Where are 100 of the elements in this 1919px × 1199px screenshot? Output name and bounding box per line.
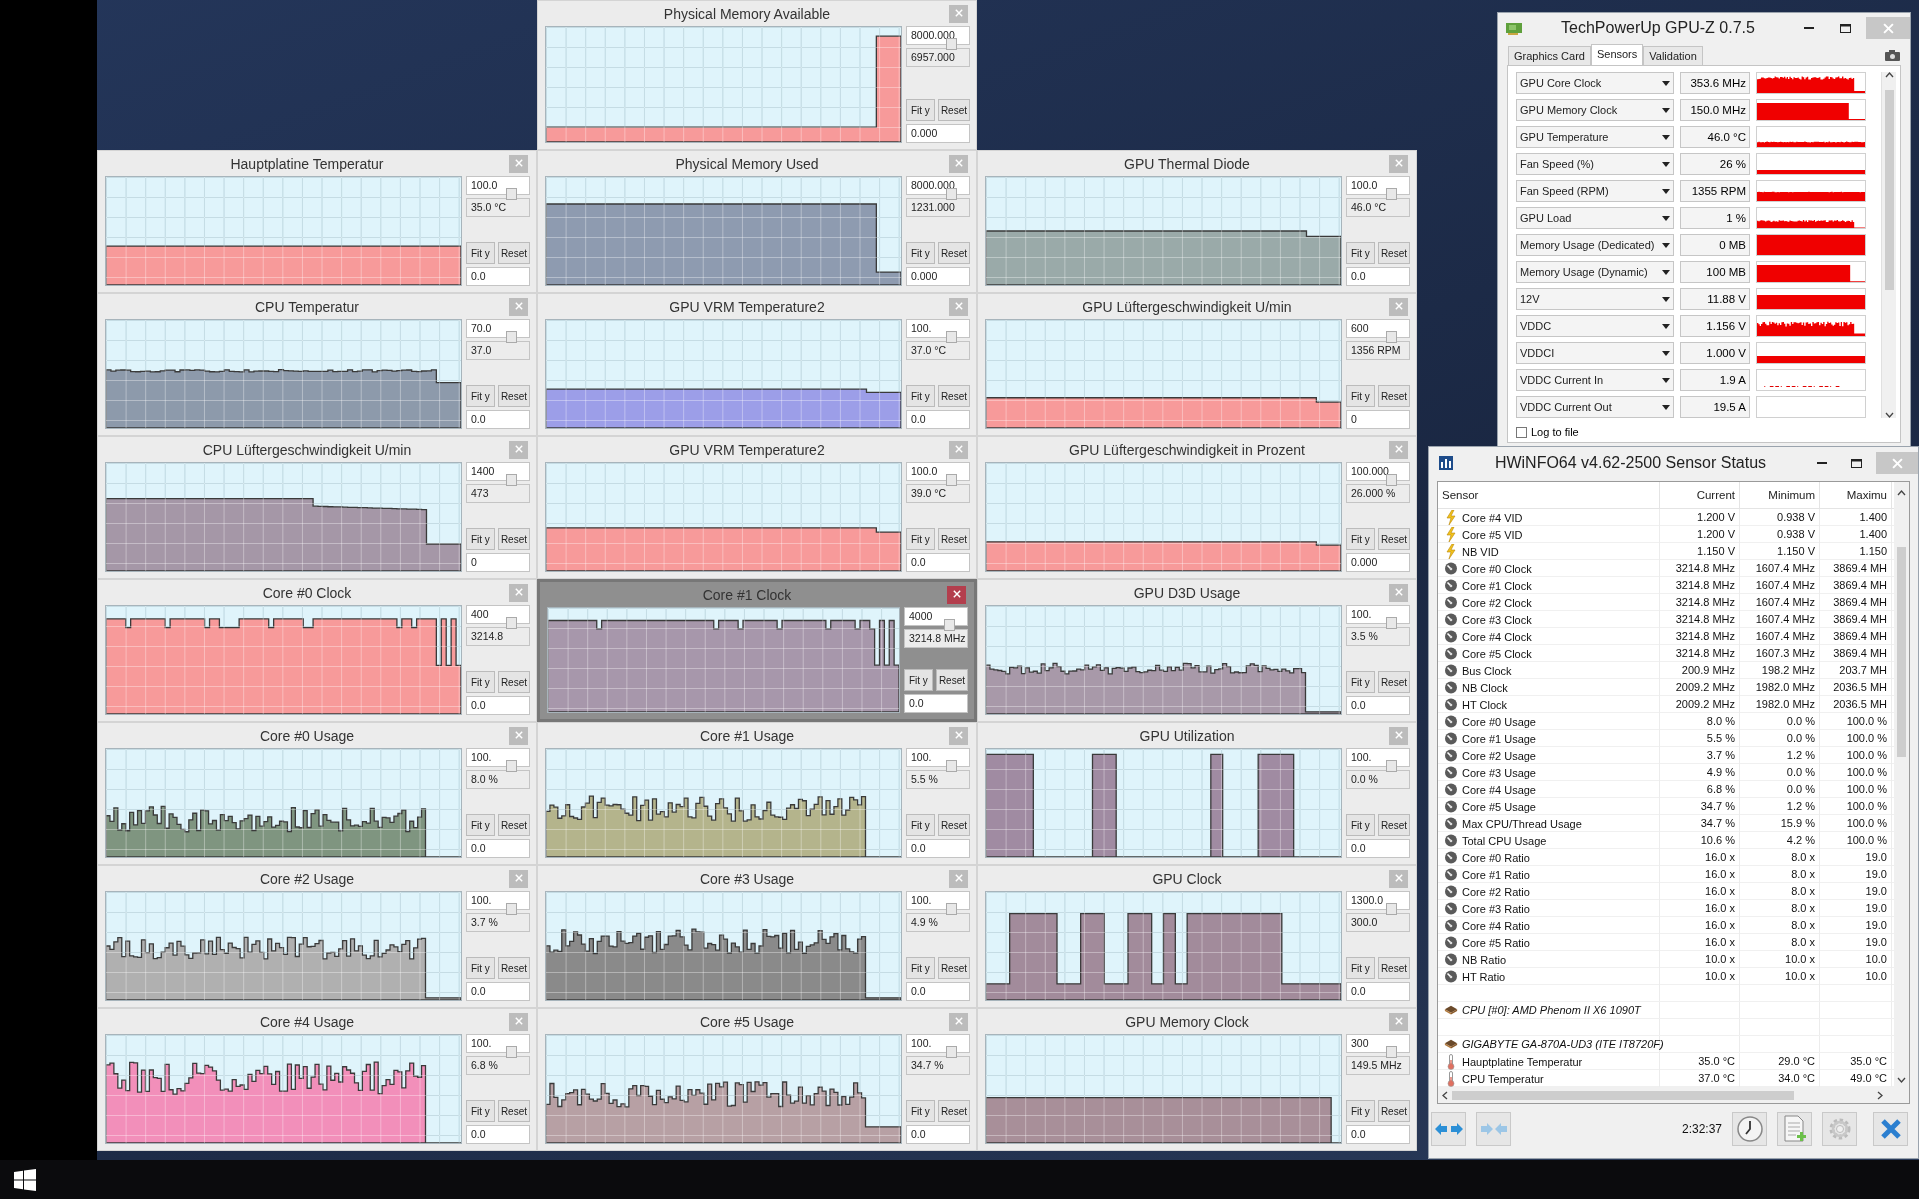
- max-field[interactable]: 100.: [466, 1034, 530, 1053]
- sensor-dropdown[interactable]: GPU Temperature: [1516, 126, 1674, 148]
- max-field[interactable]: 8000.000: [906, 176, 970, 195]
- fit-y-button[interactable]: Fit y: [1346, 385, 1375, 407]
- collapse-button[interactable]: [1476, 1112, 1511, 1146]
- slider-thumb[interactable]: [944, 619, 955, 631]
- close-button[interactable]: [1873, 1112, 1908, 1146]
- reset-button[interactable]: Reset: [497, 957, 530, 979]
- fit-y-button[interactable]: Fit y: [466, 671, 495, 693]
- max-field[interactable]: 400: [466, 605, 530, 624]
- fit-y-button[interactable]: Fit y: [1346, 528, 1375, 550]
- max-field[interactable]: 100.: [1346, 605, 1410, 624]
- fit-y-button[interactable]: Fit y: [906, 1100, 935, 1122]
- max-field[interactable]: 100.: [466, 891, 530, 910]
- reset-button[interactable]: Reset: [937, 1100, 970, 1122]
- close-button[interactable]: [947, 585, 966, 604]
- min-field[interactable]: 0.0: [906, 553, 970, 572]
- sensor-dropdown[interactable]: Fan Speed (RPM): [1516, 180, 1674, 202]
- fit-y-button[interactable]: Fit y: [466, 242, 495, 264]
- slider-thumb[interactable]: [946, 1046, 957, 1058]
- reset-button[interactable]: Reset: [497, 671, 530, 693]
- max-field[interactable]: 1300.0: [1346, 891, 1410, 910]
- slider-thumb[interactable]: [1386, 331, 1397, 343]
- fit-y-button[interactable]: Fit y: [906, 385, 935, 407]
- min-field[interactable]: 0.000: [906, 124, 970, 143]
- slider-thumb[interactable]: [506, 760, 517, 772]
- slider-thumb[interactable]: [1386, 1046, 1397, 1058]
- log-checkbox[interactable]: [1516, 426, 1527, 438]
- min-field[interactable]: 0.0: [1346, 982, 1410, 1001]
- sensor-dropdown[interactable]: VDDC Current Out: [1516, 396, 1674, 418]
- reset-button[interactable]: Reset: [937, 385, 970, 407]
- scrollbar[interactable]: [1881, 72, 1896, 418]
- sensor-dropdown[interactable]: 12V: [1516, 288, 1674, 310]
- fit-y-button[interactable]: Fit y: [906, 99, 935, 121]
- fit-y-button[interactable]: Fit y: [466, 1100, 495, 1122]
- max-field[interactable]: 8000.000: [906, 26, 970, 45]
- reset-button[interactable]: Reset: [935, 669, 968, 691]
- max-field[interactable]: 100.: [906, 748, 970, 767]
- max-field[interactable]: 1400: [466, 462, 530, 481]
- fit-y-button[interactable]: Fit y: [466, 385, 495, 407]
- reset-button[interactable]: Reset: [1377, 385, 1410, 407]
- scrollbar[interactable]: [1894, 482, 1909, 1087]
- max-field[interactable]: 70.0: [466, 319, 530, 338]
- min-field[interactable]: 0.0: [466, 1125, 530, 1144]
- slider-thumb[interactable]: [1386, 188, 1397, 200]
- tab[interactable]: Sensors: [1590, 44, 1644, 65]
- column-header[interactable]: Maximu: [1820, 482, 1892, 508]
- reset-button[interactable]: Reset: [1377, 242, 1410, 264]
- slider-thumb[interactable]: [506, 188, 517, 200]
- min-field[interactable]: 0.0: [1346, 839, 1410, 858]
- fit-y-button[interactable]: Fit y: [466, 814, 495, 836]
- slider-thumb[interactable]: [946, 38, 957, 50]
- slider-thumb[interactable]: [1386, 760, 1397, 772]
- min-field[interactable]: 0.0: [466, 982, 530, 1001]
- max-field[interactable]: 100.0: [466, 176, 530, 195]
- reset-button[interactable]: Reset: [497, 814, 530, 836]
- settings-button[interactable]: [1822, 1112, 1857, 1146]
- min-field[interactable]: 0.0: [906, 410, 970, 429]
- scrollbar-thumb[interactable]: [1452, 1090, 1794, 1100]
- column-header[interactable]: Minimum: [1740, 482, 1820, 508]
- fit-y-button[interactable]: Fit y: [1346, 1100, 1375, 1122]
- sensor-dropdown[interactable]: GPU Memory Clock: [1516, 99, 1674, 121]
- min-field[interactable]: 0.0: [466, 267, 530, 286]
- slider-thumb[interactable]: [1386, 903, 1397, 915]
- reset-button[interactable]: Reset: [497, 528, 530, 550]
- reset-button[interactable]: Reset: [1377, 957, 1410, 979]
- reset-button[interactable]: Reset: [497, 1100, 530, 1122]
- slider-thumb[interactable]: [506, 617, 517, 629]
- slider-thumb[interactable]: [1386, 617, 1397, 629]
- reset-button[interactable]: Reset: [1377, 528, 1410, 550]
- max-field[interactable]: 300: [1346, 1034, 1410, 1053]
- min-field[interactable]: 0.0: [906, 982, 970, 1001]
- min-field[interactable]: 0.0: [1346, 696, 1410, 715]
- slider-thumb[interactable]: [946, 760, 957, 772]
- reset-button[interactable]: Reset: [497, 242, 530, 264]
- max-field[interactable]: 600: [1346, 319, 1410, 338]
- slider-thumb[interactable]: [1386, 474, 1397, 486]
- slider-thumb[interactable]: [506, 331, 517, 343]
- min-field[interactable]: 0.0: [906, 1125, 970, 1144]
- min-field[interactable]: 0.0: [1346, 1125, 1410, 1144]
- min-field[interactable]: 0.0: [466, 410, 530, 429]
- slider-thumb[interactable]: [946, 188, 957, 200]
- reset-button[interactable]: Reset: [937, 99, 970, 121]
- reset-button[interactable]: Reset: [937, 242, 970, 264]
- reset-button[interactable]: Reset: [937, 528, 970, 550]
- max-field[interactable]: 100.: [466, 748, 530, 767]
- max-field[interactable]: 100.: [906, 1034, 970, 1053]
- fit-y-button[interactable]: Fit y: [906, 528, 935, 550]
- sensor-dropdown[interactable]: VDDC: [1516, 315, 1674, 337]
- max-field[interactable]: 100.000: [1346, 462, 1410, 481]
- clock-button[interactable]: [1732, 1112, 1767, 1146]
- reset-button[interactable]: Reset: [1377, 671, 1410, 693]
- slider-thumb[interactable]: [506, 903, 517, 915]
- slider-thumb[interactable]: [946, 903, 957, 915]
- max-field[interactable]: 100.0: [906, 462, 970, 481]
- reset-button[interactable]: Reset: [1377, 1100, 1410, 1122]
- sensor-dropdown[interactable]: VDDC Current In: [1516, 369, 1674, 391]
- fit-y-button[interactable]: Fit y: [1346, 671, 1375, 693]
- min-field[interactable]: 0: [1346, 410, 1410, 429]
- reset-button[interactable]: Reset: [497, 385, 530, 407]
